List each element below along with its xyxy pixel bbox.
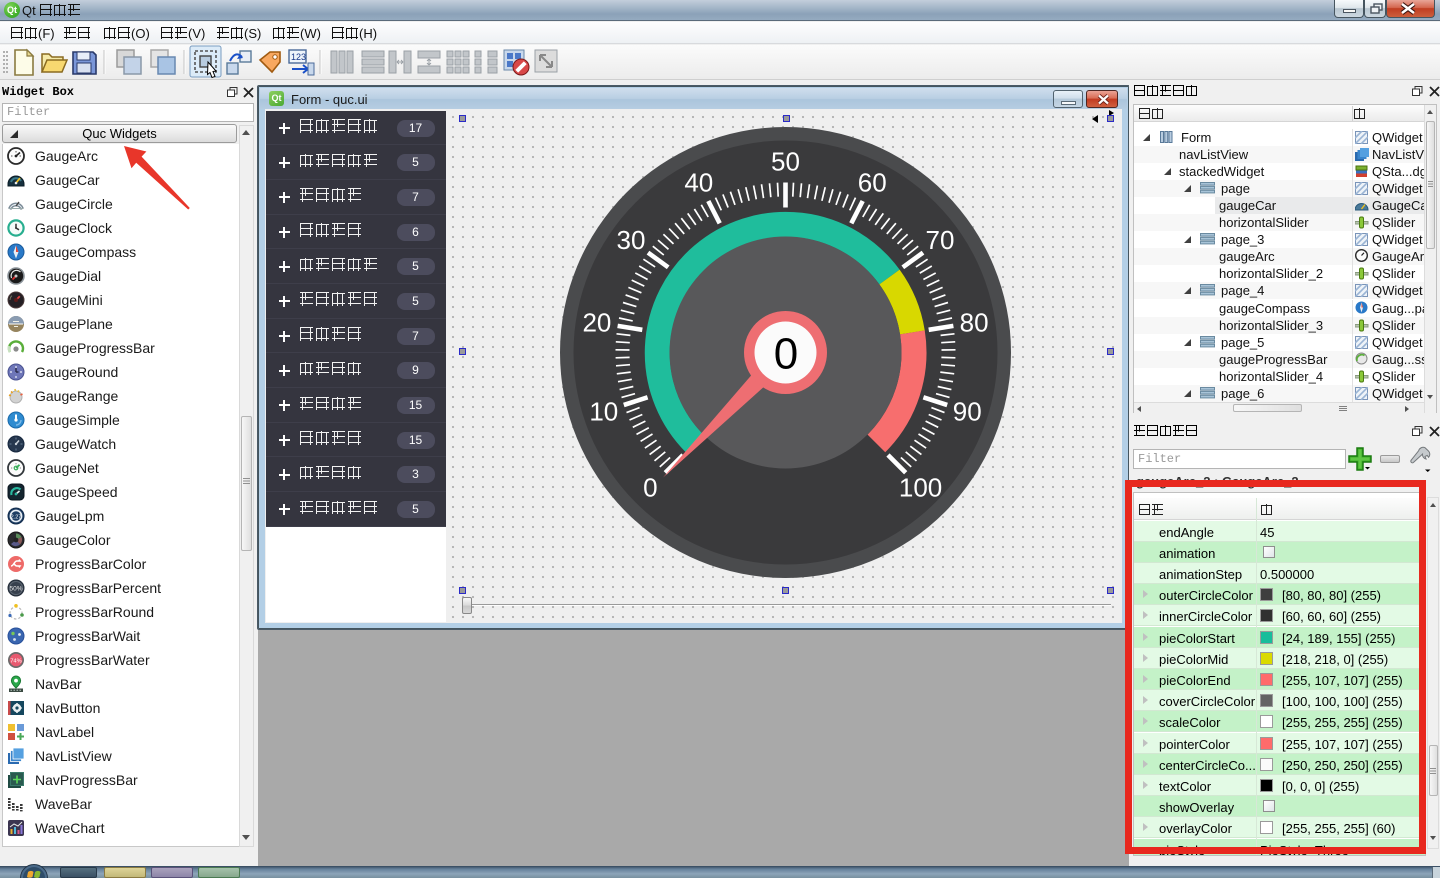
svg-text:20: 20 — [582, 308, 611, 338]
svg-text:50: 50 — [771, 147, 800, 177]
svg-text:100: 100 — [899, 473, 942, 503]
svg-text:74%: 74% — [10, 659, 22, 665]
svg-text:0: 0 — [643, 473, 657, 503]
svg-text:80: 80 — [960, 308, 989, 338]
svg-text:40: 40 — [684, 167, 713, 197]
svg-text:0: 0 — [774, 330, 798, 379]
svg-text:10: 10 — [589, 397, 618, 427]
svg-text:70: 70 — [926, 225, 955, 255]
svg-text:60: 60 — [858, 167, 887, 197]
svg-text:30: 30 — [617, 225, 646, 255]
svg-text:2.27: 2.27 — [11, 515, 22, 521]
svg-text:123: 123 — [291, 52, 306, 62]
svg-text:50%: 50% — [9, 586, 22, 593]
svg-text:90: 90 — [953, 397, 982, 427]
